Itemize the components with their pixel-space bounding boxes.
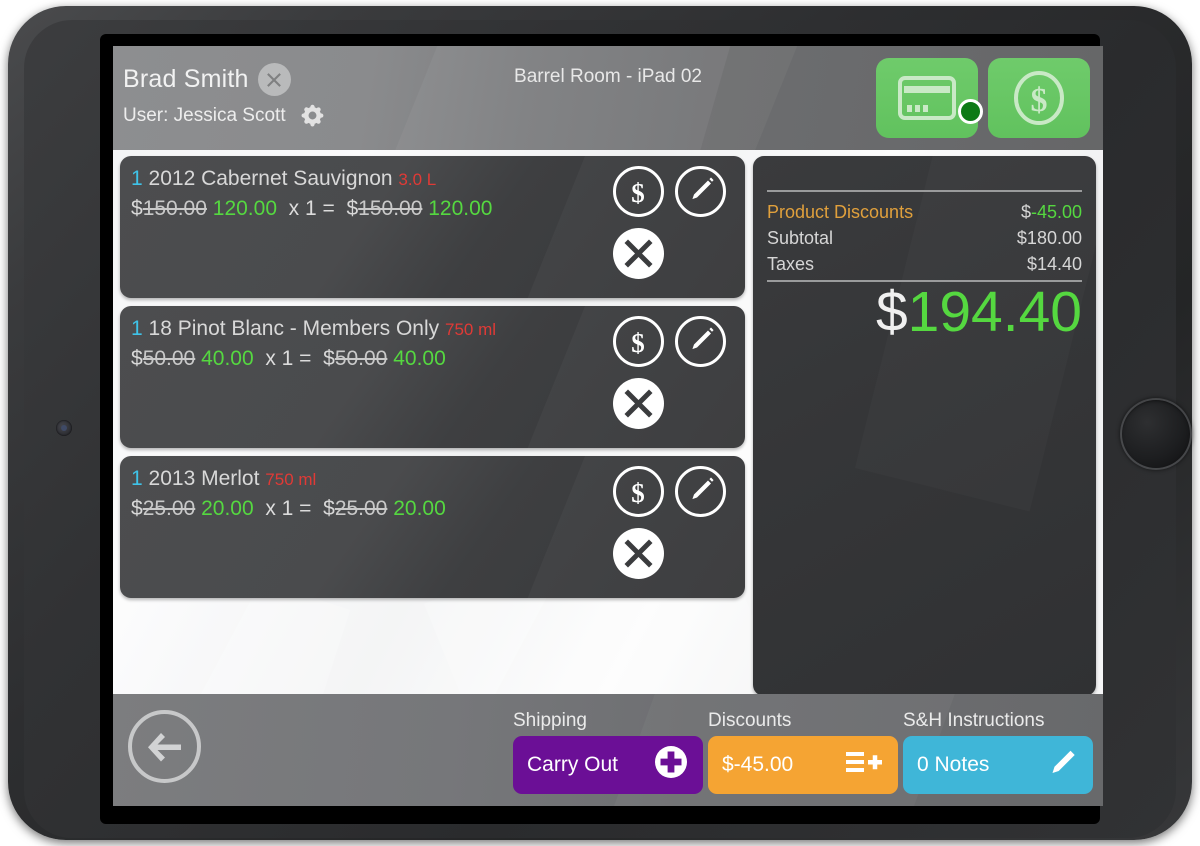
grand-total-value: 194.40 bbox=[907, 280, 1082, 344]
totals-taxes-label: Taxes bbox=[767, 254, 815, 274]
close-x-filled-icon[interactable] bbox=[613, 378, 664, 429]
item-ext-discount: 120.00 bbox=[428, 197, 493, 220]
item-price-row: $25.00 20.00 x 1 = $25.00 20.00 bbox=[131, 497, 446, 521]
grand-total: $194.40 bbox=[876, 284, 1082, 341]
totals-row-taxes: Taxes $14.40 bbox=[767, 254, 1082, 275]
shipping-button[interactable]: Carry Out bbox=[513, 736, 703, 794]
close-x-filled-icon[interactable] bbox=[613, 528, 664, 579]
item-discount-price: 40.00 bbox=[201, 347, 254, 370]
item-price-row: $150.00 120.00 x 1 = $150.00 120.00 bbox=[131, 197, 492, 221]
item-ext-currency: $ bbox=[323, 347, 335, 370]
item-original-price: 50.00 bbox=[142, 347, 196, 370]
totals-subtotal-value: $180.00 bbox=[1016, 228, 1082, 248]
discounts-label: Discounts bbox=[708, 710, 792, 731]
totals-taxes-value: $14.40 bbox=[1026, 254, 1082, 274]
totals-subtotal-label: Subtotal bbox=[767, 228, 834, 248]
item-quantity: 1 bbox=[131, 467, 143, 490]
item-original-price: 25.00 bbox=[142, 497, 196, 520]
cash-pay-button[interactable]: $ bbox=[988, 58, 1090, 138]
order-totals-panel: Product Discounts $-45.00 Subtotal $180.… bbox=[753, 156, 1096, 696]
item-ext-currency: $ bbox=[346, 197, 359, 220]
item-name: 2013 Merlot bbox=[148, 467, 260, 490]
svg-text:$: $ bbox=[1031, 82, 1048, 119]
svg-text:$: $ bbox=[631, 178, 645, 208]
discounts-button[interactable]: $-45.00 bbox=[708, 736, 898, 794]
svg-text:$: $ bbox=[631, 478, 645, 508]
back-button[interactable] bbox=[128, 710, 201, 783]
totals-row-subtotal: Subtotal $180.00 bbox=[767, 228, 1082, 249]
item-multiplier: x 1 = bbox=[265, 497, 312, 520]
totals-discounts-value: $-45.00 bbox=[1020, 202, 1082, 222]
pencil-circle-icon[interactable] bbox=[675, 166, 726, 217]
sh-instructions-label: S&H Instructions bbox=[903, 710, 1045, 731]
item-price-row: $50.00 40.00 x 1 = $50.00 40.00 bbox=[131, 347, 446, 371]
item-ext-original: 25.00 bbox=[334, 497, 388, 520]
credit-card-icon bbox=[898, 76, 956, 120]
item-currency: $ bbox=[131, 497, 143, 520]
sh-instructions-button[interactable]: 0 Notes bbox=[903, 736, 1093, 794]
user-row: User: Jessica Scott bbox=[123, 102, 326, 129]
item-size: 3.0 L bbox=[398, 170, 437, 189]
bottom-toolbar: Shipping Carry Out Discounts $-45.00 S&H… bbox=[113, 694, 1103, 806]
dollar-circle-icon[interactable]: $ bbox=[613, 466, 664, 517]
user-label: User: Jessica Scott bbox=[123, 104, 286, 126]
back-arrow-icon bbox=[147, 732, 181, 761]
item-currency: $ bbox=[131, 347, 143, 370]
table-row[interactable]: 1 2012 Cabernet Sauvignon 3.0 L $150.00 … bbox=[120, 156, 745, 298]
item-discount-price: 120.00 bbox=[212, 197, 277, 220]
dollar-circle-icon[interactable]: $ bbox=[613, 316, 664, 367]
item-name: 18 Pinot Blanc - Members Only bbox=[148, 317, 440, 340]
item-ext-discount: 20.00 bbox=[393, 497, 446, 520]
item-multiplier: x 1 = bbox=[265, 347, 312, 370]
plus-circle-icon bbox=[653, 744, 689, 786]
item-quantity: 1 bbox=[131, 167, 143, 190]
item-actions: $ bbox=[613, 466, 731, 586]
item-quantity: 1 bbox=[131, 317, 143, 340]
list-add-icon bbox=[844, 747, 884, 783]
pencil-icon bbox=[1049, 747, 1079, 783]
table-row[interactable]: 1 2013 Merlot 750 ml $25.00 20.00 x 1 = … bbox=[120, 456, 745, 598]
shipping-label: Shipping bbox=[513, 710, 587, 731]
card-pay-button[interactable] bbox=[876, 58, 978, 138]
item-currency: $ bbox=[131, 197, 143, 220]
pencil-circle-icon[interactable] bbox=[675, 316, 726, 367]
item-title: 1 2013 Merlot 750 ml bbox=[131, 467, 316, 491]
discounts-value: $-45.00 bbox=[722, 753, 794, 776]
app-header: Brad Smith User: Jessica Scott Barrel Ro… bbox=[113, 46, 1103, 150]
item-multiplier: x 1 = bbox=[288, 197, 335, 220]
shipping-value: Carry Out bbox=[527, 753, 619, 776]
online-status-dot bbox=[958, 99, 983, 124]
gear-icon[interactable] bbox=[299, 102, 326, 129]
item-size: 750 ml bbox=[265, 470, 317, 489]
home-button[interactable] bbox=[1120, 398, 1192, 470]
item-ext-original: 50.00 bbox=[334, 347, 388, 370]
totals-discounts-label: Product Discounts bbox=[767, 202, 914, 222]
close-x-filled-icon[interactable] bbox=[613, 228, 664, 279]
item-actions: $ bbox=[613, 166, 731, 286]
order-items-list: 1 2012 Cabernet Sauvignon 3.0 L $150.00 … bbox=[120, 156, 745, 606]
totals-row-discounts: Product Discounts $-45.00 bbox=[767, 202, 1082, 223]
item-actions: $ bbox=[613, 316, 731, 436]
table-row[interactable]: 1 18 Pinot Blanc - Members Only 750 ml $… bbox=[120, 306, 745, 448]
item-name: 2012 Cabernet Sauvignon bbox=[148, 167, 393, 190]
cash-dollar-circle-icon: $ bbox=[1014, 71, 1064, 125]
sh-instructions-value: 0 Notes bbox=[917, 753, 990, 776]
svg-text:$: $ bbox=[631, 328, 645, 358]
ipad-device-frame: Brad Smith User: Jessica Scott Barrel Ro… bbox=[8, 6, 1192, 840]
item-ext-original: 150.00 bbox=[358, 197, 423, 220]
item-ext-currency: $ bbox=[323, 497, 335, 520]
pos-app-screen: Brad Smith User: Jessica Scott Barrel Ro… bbox=[113, 46, 1103, 806]
pencil-circle-icon[interactable] bbox=[675, 466, 726, 517]
dollar-circle-icon[interactable]: $ bbox=[613, 166, 664, 217]
item-discount-price: 20.00 bbox=[201, 497, 254, 520]
item-title: 1 2012 Cabernet Sauvignon 3.0 L bbox=[131, 167, 436, 191]
item-title: 1 18 Pinot Blanc - Members Only 750 ml bbox=[131, 317, 496, 341]
item-original-price: 150.00 bbox=[142, 197, 207, 220]
front-camera-icon bbox=[56, 420, 72, 436]
item-ext-discount: 40.00 bbox=[393, 347, 446, 370]
totals-divider bbox=[767, 190, 1082, 192]
grand-total-currency: $ bbox=[875, 280, 908, 344]
item-size: 750 ml bbox=[445, 320, 497, 339]
